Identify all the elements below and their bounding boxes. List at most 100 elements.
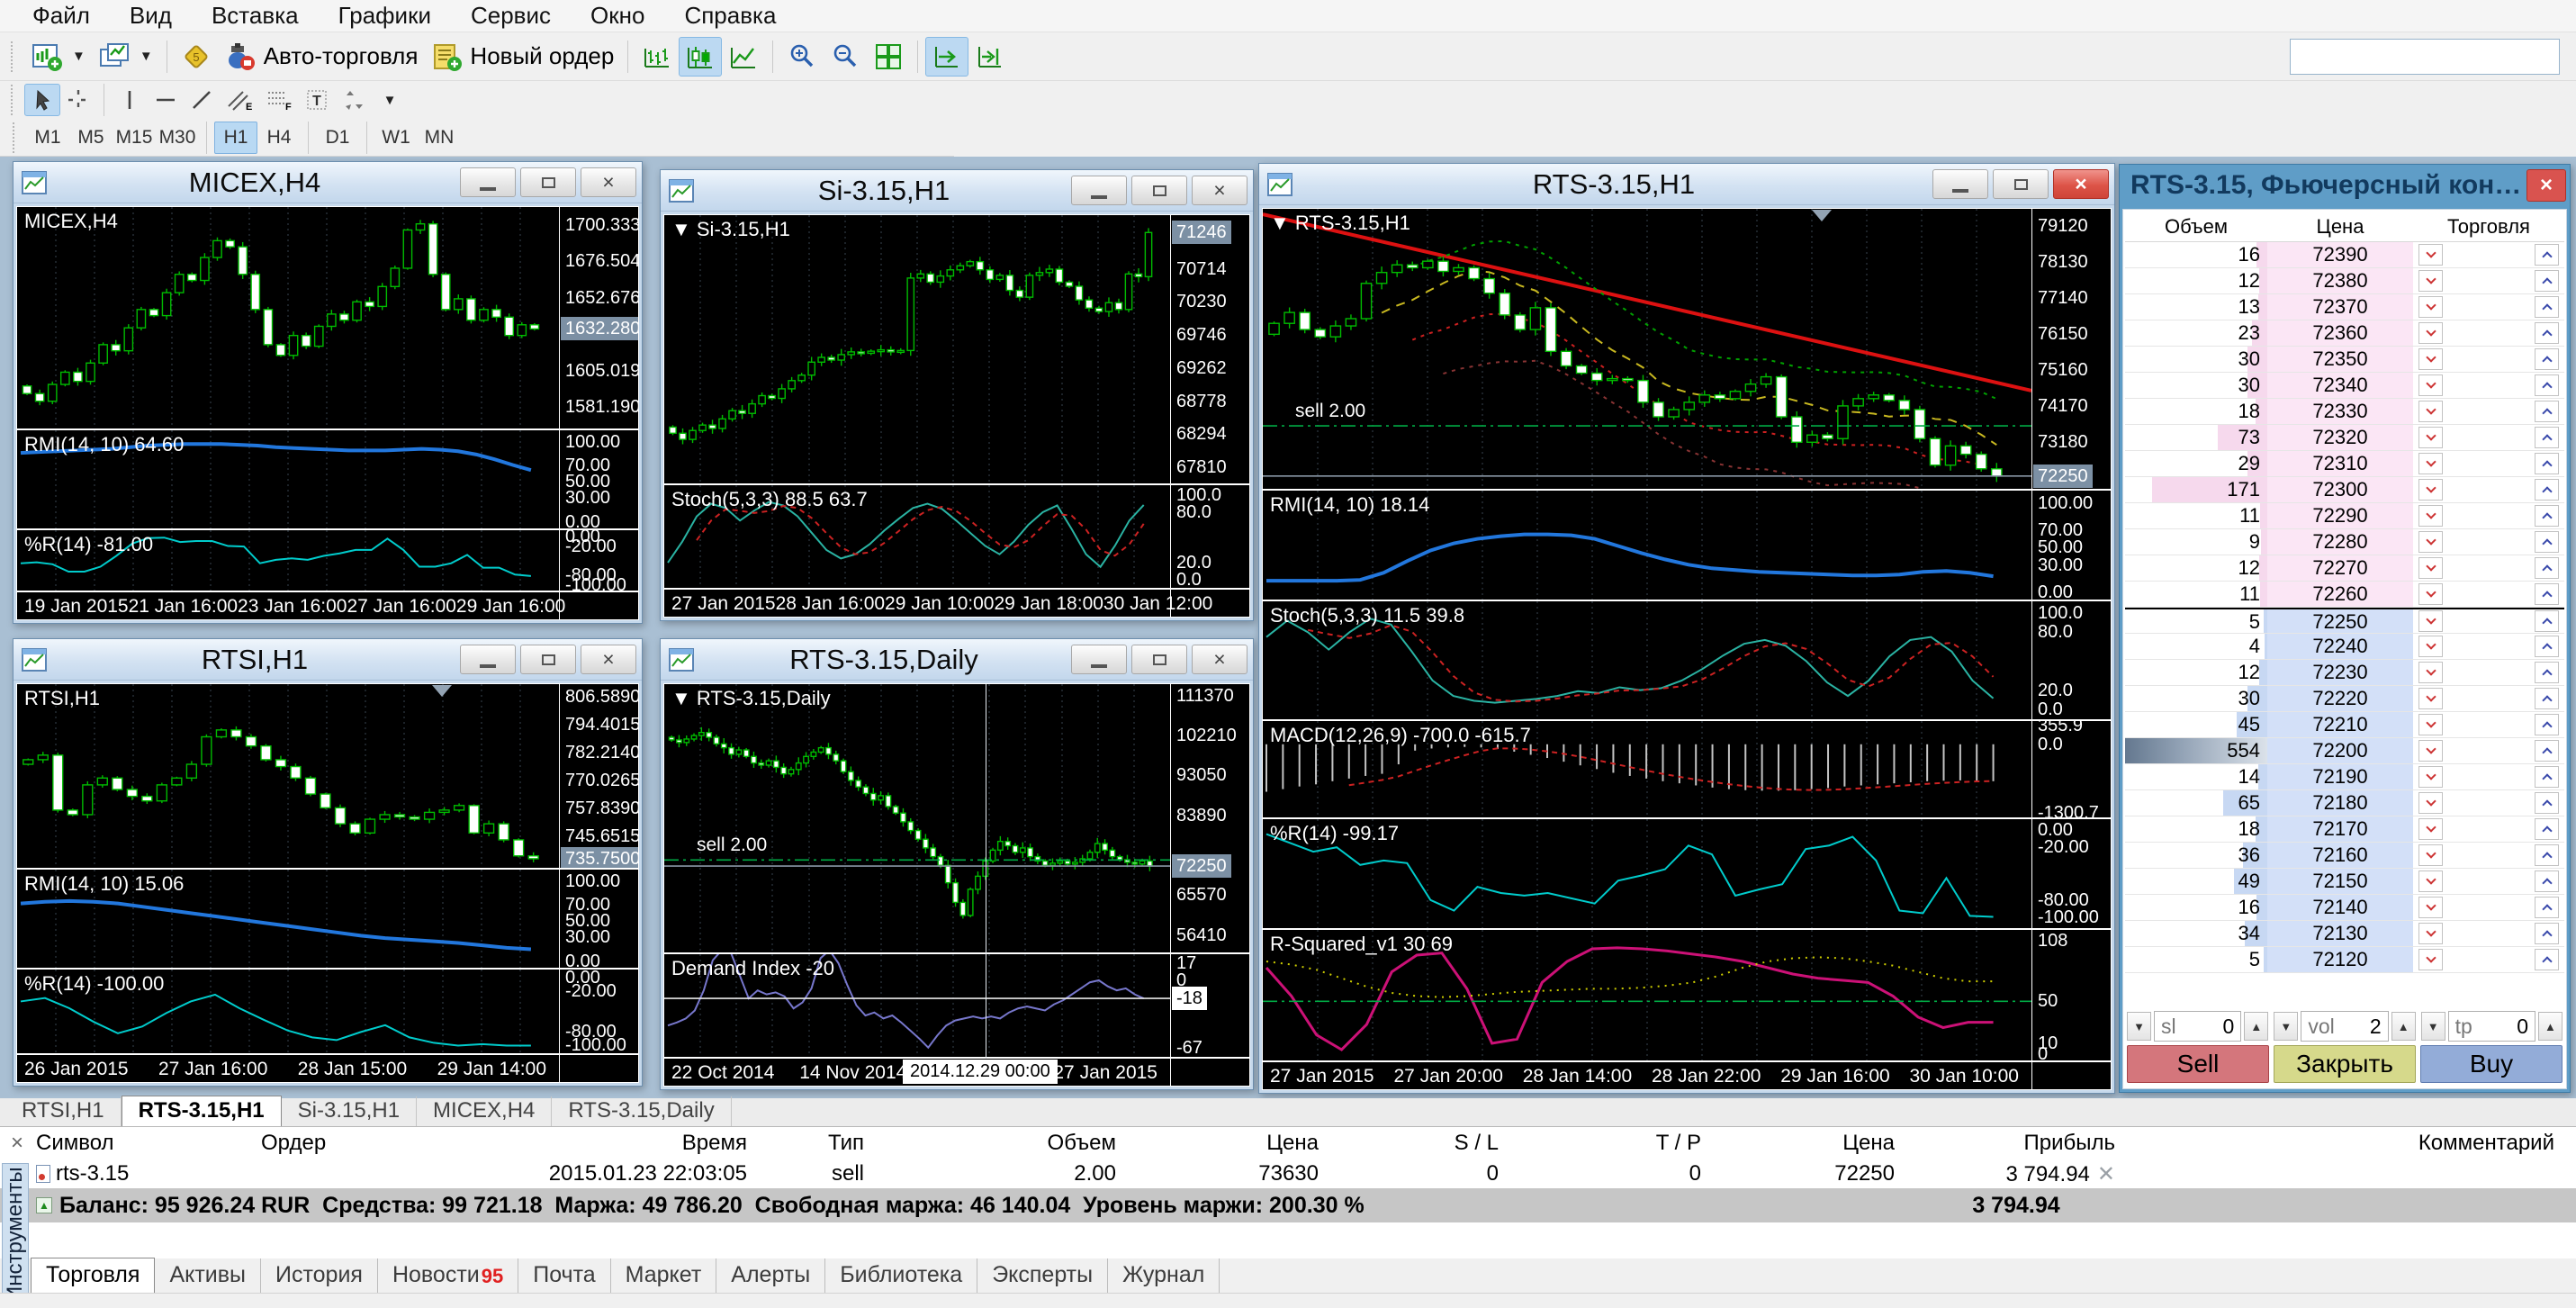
sell-at-price-button[interactable] (2418, 870, 2443, 892)
chart-si-h1[interactable]: 7071470230697466926268778682946781071246… (663, 214, 1250, 618)
tab-journal[interactable]: Журнал (1108, 1258, 1220, 1293)
buy-at-price-button[interactable] (2535, 531, 2559, 553)
maximize-button[interactable] (1131, 645, 1187, 674)
sell-at-price-button[interactable] (2418, 818, 2443, 840)
sell-at-price-button[interactable] (2418, 244, 2443, 266)
sell-at-price-button[interactable] (2418, 557, 2443, 579)
text-tool-button[interactable]: T (299, 84, 335, 116)
buy-at-price-button[interactable] (2535, 818, 2559, 840)
mql-community-button[interactable]: 5 (175, 37, 218, 77)
window-titlebar[interactable]: Si-3.15,H1 × (661, 170, 1253, 212)
equidistant-channel-tool-button[interactable]: E (220, 84, 259, 116)
instruments-sidebar-tab[interactable]: Инструменты (2, 1163, 29, 1305)
close-button[interactable]: × (1192, 176, 1247, 205)
buy-at-price-button[interactable] (2535, 897, 2559, 918)
menu-charts[interactable]: Графики (319, 0, 451, 32)
depth-row[interactable]: 1472190 (2125, 764, 2564, 790)
minimize-button[interactable] (460, 167, 516, 197)
zoom-in-button[interactable] (780, 37, 824, 77)
cursor-tool-button[interactable] (24, 84, 60, 116)
market-depth-window[interactable]: RTS-3.15, Фьючерсный конт... × Объем Цен… (2119, 164, 2571, 1093)
toolbar-grip[interactable] (11, 85, 17, 115)
zoom-out-button[interactable] (824, 37, 867, 77)
sell-at-price-button[interactable] (2418, 374, 2443, 396)
buy-at-price-button[interactable] (2535, 401, 2559, 422)
sell-at-price-button[interactable] (2418, 401, 2443, 422)
depth-titlebar[interactable]: RTS-3.15, Фьючерсный конт... × (2120, 165, 2570, 206)
sell-at-price-button[interactable] (2418, 792, 2443, 814)
close-button[interactable]: × (2053, 169, 2109, 199)
sl-increase-button[interactable]: ▲ (2244, 1012, 2268, 1041)
depth-row[interactable]: 1172260 (2125, 582, 2564, 608)
minimize-button[interactable] (1932, 169, 1988, 199)
window-titlebar[interactable]: RTS-3.15,H1 × (1259, 164, 2114, 205)
close-button[interactable]: × (581, 645, 636, 674)
tab-history[interactable]: История (261, 1258, 378, 1293)
maximize-button[interactable] (520, 645, 576, 674)
sell-at-price-button[interactable] (2418, 427, 2443, 448)
close-button[interactable]: × (1192, 645, 1247, 674)
toolbar-grip[interactable] (11, 41, 17, 72)
terminal-close-icon[interactable]: × (11, 1131, 23, 1156)
window-rts-daily[interactable]: RTS-3.15,Daily × sell 2.0011137010221093… (660, 638, 1254, 1090)
buy-at-price-button[interactable] (2535, 662, 2559, 683)
sell-at-price-button[interactable] (2418, 531, 2443, 553)
buy-at-price-button[interactable] (2535, 636, 2559, 657)
buy-at-price-button[interactable] (2535, 296, 2559, 318)
trendline-tool-button[interactable] (184, 84, 220, 116)
minimize-button[interactable] (1071, 645, 1127, 674)
depth-row[interactable]: 17172300 (2125, 477, 2564, 503)
tab-library[interactable]: Библиотека (825, 1258, 977, 1293)
new-chart-button[interactable]: ▼ (24, 37, 92, 77)
maximize-button[interactable] (1993, 169, 2049, 199)
chart-micex-h4[interactable]: 1700.33301676.50451652.67601605.01901581… (16, 206, 639, 620)
depth-row[interactable]: 1272230 (2125, 660, 2564, 686)
sell-at-price-button[interactable] (2418, 348, 2443, 370)
maximize-button[interactable] (520, 167, 576, 197)
toolbar-grip[interactable] (13, 122, 19, 153)
depth-row[interactable]: 55472200 (2125, 738, 2564, 764)
tf-m5-button[interactable]: M5 (69, 122, 113, 154)
buy-at-price-button[interactable] (2535, 792, 2559, 814)
search-input[interactable] (2291, 44, 2576, 69)
window-titlebar[interactable]: MICEX,H4 × (14, 162, 642, 203)
menu-service[interactable]: Сервис (451, 0, 571, 32)
chart-tab-micex-h4[interactable]: MICEX,H4 (417, 1096, 552, 1126)
buy-at-price-button[interactable] (2535, 348, 2559, 370)
depth-row[interactable]: 3072220 (2125, 686, 2564, 712)
depth-row[interactable]: 1172290 (2125, 503, 2564, 529)
sell-at-price-button[interactable] (2418, 583, 2443, 605)
depth-row[interactable]: 6572180 (2125, 790, 2564, 816)
buy-at-price-button[interactable] (2535, 557, 2559, 579)
depth-row[interactable]: 1872330 (2125, 399, 2564, 425)
depth-row[interactable]: 1672140 (2125, 895, 2564, 921)
buy-at-price-button[interactable] (2535, 844, 2559, 866)
open-position-row[interactable]: rts-3.15 2015.01.23 22:03:05 sell 2.00 7… (0, 1159, 2576, 1188)
tile-windows-button[interactable] (867, 37, 910, 77)
tf-mn-button[interactable]: MN (418, 122, 461, 154)
sell-at-price-button[interactable] (2418, 844, 2443, 866)
menu-window[interactable]: Окно (571, 0, 664, 32)
tab-experts[interactable]: Эксперты (977, 1258, 1108, 1293)
depth-row[interactable]: 1372370 (2125, 294, 2564, 320)
sell-at-price-button[interactable] (2418, 270, 2443, 292)
menu-insert[interactable]: Вставка (192, 0, 319, 32)
window-titlebar[interactable]: RTSI,H1 × (14, 639, 642, 681)
profiles-button[interactable]: ▼ (92, 37, 159, 77)
depth-row[interactable]: 2372360 (2125, 320, 2564, 347)
chart-rtsi-h1[interactable]: 806.5890794.4015782.2140770.0265757.8390… (16, 683, 639, 1083)
tf-m15-button[interactable]: M15 (113, 122, 156, 154)
buy-at-price-button[interactable] (2535, 374, 2559, 396)
auto-scroll-button[interactable] (925, 37, 968, 77)
new-order-button[interactable]: Новый ордер (424, 37, 620, 77)
sell-at-price-button[interactable] (2418, 740, 2443, 762)
tp-increase-button[interactable]: ▲ (2538, 1012, 2562, 1041)
buy-at-price-button[interactable] (2535, 949, 2559, 970)
depth-row[interactable]: 972280 (2125, 529, 2564, 555)
buy-at-price-button[interactable] (2535, 270, 2559, 292)
depth-row[interactable]: 1672390 (2125, 242, 2564, 268)
fibonacci-tool-button[interactable]: F (259, 84, 299, 116)
sell-at-price-button[interactable] (2418, 636, 2443, 657)
buy-at-price-button[interactable] (2535, 740, 2559, 762)
chart-shift-button[interactable] (968, 37, 1012, 77)
